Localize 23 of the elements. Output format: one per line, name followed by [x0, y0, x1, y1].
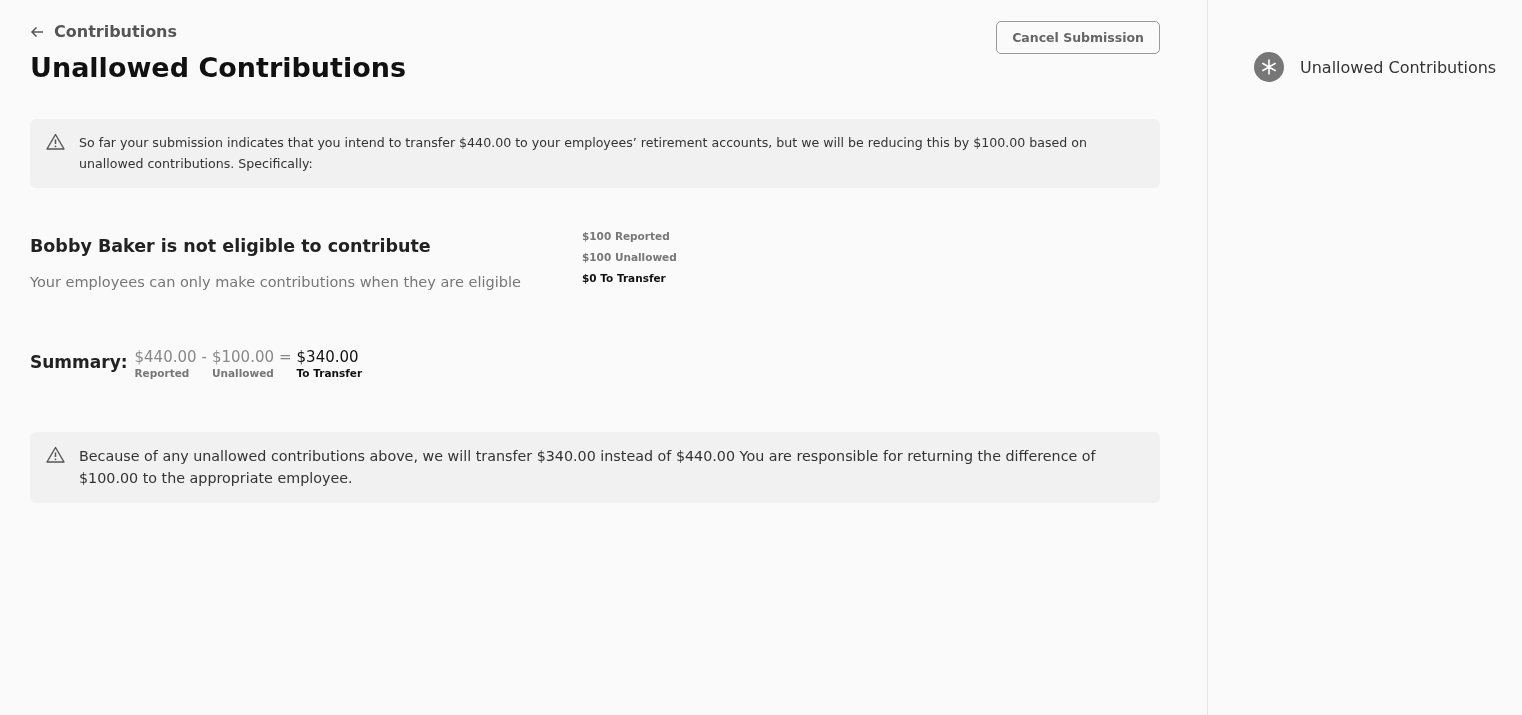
back-link[interactable]: Contributions: [30, 22, 178, 41]
operator: =: [279, 347, 292, 366]
page-title: Unallowed Contributions: [30, 51, 407, 83]
issue-description: Your employees can only make contributions when they are eligible: [30, 273, 522, 290]
issue-title: Bobby Baker is not eligible to contribute: [30, 235, 432, 256]
warning-icon: [46, 132, 65, 150]
summary-label: Summary:: [30, 351, 128, 372]
summary-amount: $440.00: [134, 347, 197, 366]
operator: -: [201, 347, 207, 366]
warning-icon: [46, 445, 65, 463]
back-arrow-icon: [30, 25, 44, 38]
cancel-submission-button[interactable]: Cancel Submission: [996, 21, 1160, 54]
amount-caption: To Transfer: [296, 366, 363, 379]
breakdown-amount: $100 Reported: [582, 229, 671, 242]
notice-text: Because of any unallowed contributions above, we will transfer $340.00 instead of $440.00 You are responsible for returning the difference of $100.00 to the appropriate employee.: [79, 446, 1097, 488]
breakdown-amount: $100 Unallowed: [582, 250, 677, 263]
summary-amount: $100.00: [211, 347, 274, 366]
amount-caption: Unallowed: [211, 366, 274, 379]
transfer-amount: $0 To Transfer: [582, 271, 667, 284]
notice-text: So far your submission indicates that you intend to transfer $440.00 to your employees’ retirement accounts, but we will be reducing this by $100.00 based on unallowed contributions. Specifically:: [79, 133, 1089, 173]
amount-caption: Reported: [134, 366, 190, 379]
result-amount: $340.00: [296, 347, 359, 366]
step-item[interactable]: Unallowed Contributions: [1254, 52, 1522, 82]
